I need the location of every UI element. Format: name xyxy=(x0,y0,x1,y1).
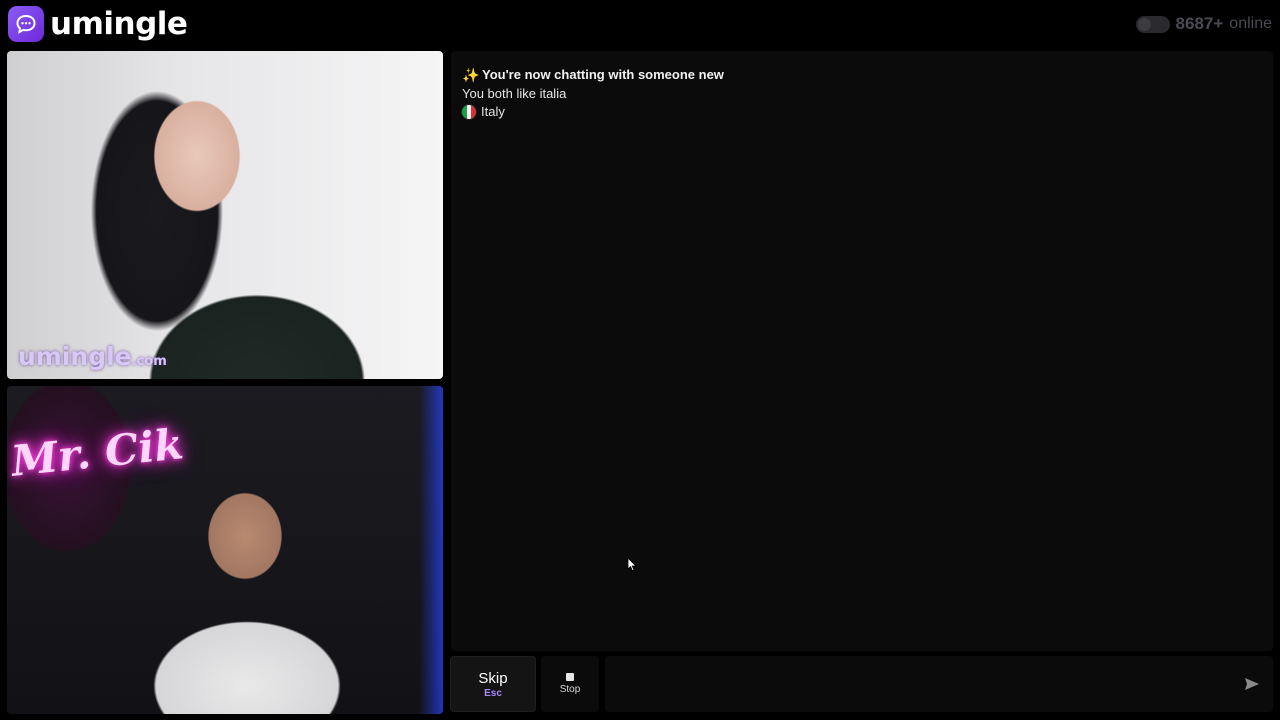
skip-button[interactable]: Skip Esc xyxy=(450,656,536,712)
neon-sign-text: Mr. Cik xyxy=(8,419,186,486)
remote-video: umingle.com xyxy=(7,51,443,379)
video-watermark: umingle.com xyxy=(18,342,167,371)
online-count: 8687+ xyxy=(1175,14,1224,33)
italy-flag-icon xyxy=(462,105,476,120)
chat-headline: ✨ You're now chatting with someone new xyxy=(462,66,724,85)
message-input[interactable] xyxy=(605,656,1225,712)
system-message: ✨ You're now chatting with someone new Y… xyxy=(462,66,724,122)
country-line: Italy xyxy=(462,103,724,122)
country-name: Italy xyxy=(481,104,505,119)
app-window: umingle 8687+ online umingle.com Mr. Cik… xyxy=(0,0,1280,720)
stop-icon xyxy=(566,673,574,681)
local-video: Mr. Cik xyxy=(7,386,443,714)
sparkle-icon: ✨ xyxy=(462,67,480,83)
skip-label: Skip xyxy=(478,669,508,687)
logo-text: umingle xyxy=(50,6,188,42)
online-indicator: 8687+ online xyxy=(1135,14,1272,34)
online-toggle-icon xyxy=(1135,15,1170,33)
chat-headline-text: You're now chatting with someone new xyxy=(482,67,724,82)
message-composer xyxy=(605,656,1273,712)
logo[interactable]: umingle xyxy=(8,6,188,42)
mouse-cursor-icon xyxy=(627,557,637,572)
chat-panel: ✨ You're now chatting with someone new Y… xyxy=(451,51,1273,651)
interest-line: You both like italia xyxy=(462,85,567,101)
send-icon xyxy=(1245,678,1259,690)
stop-label: Stop xyxy=(559,684,581,695)
send-button[interactable] xyxy=(1241,674,1263,694)
chat-bubble-icon xyxy=(8,6,44,42)
online-label: online xyxy=(1229,15,1272,32)
stop-button[interactable]: Stop xyxy=(541,656,599,712)
watermark-suffix: .com xyxy=(131,354,167,369)
skip-shortcut: Esc xyxy=(484,687,502,699)
watermark-main: umingle xyxy=(18,342,132,371)
